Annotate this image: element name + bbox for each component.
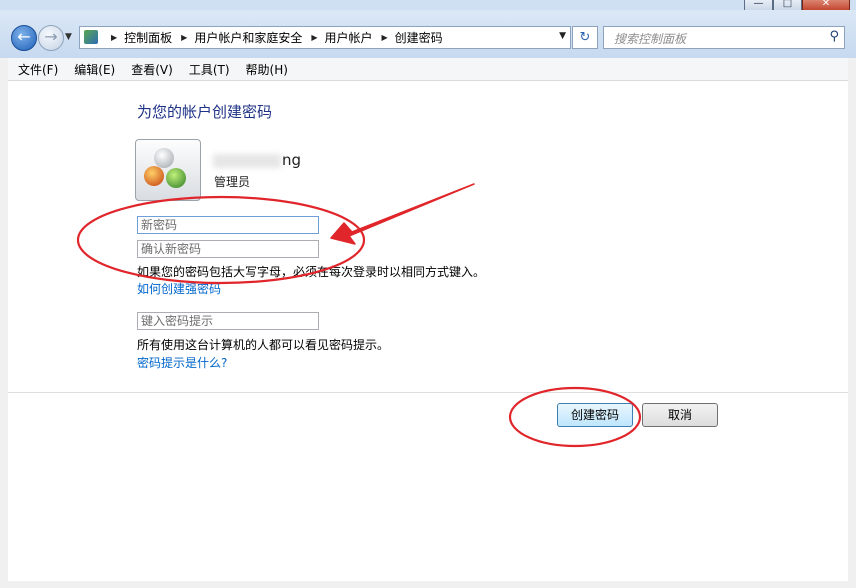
breadcrumb-chevron-icon[interactable]: ▶: [181, 33, 187, 42]
search-icon[interactable]: ⚲: [829, 29, 839, 44]
username-redaction: [213, 154, 281, 168]
username: ng: [282, 151, 302, 169]
menu-tools[interactable]: 工具(T): [189, 61, 230, 78]
breadcrumb: ▶ 控制面板 ▶ 用户帐户和家庭安全 ▶ 用户帐户 ▶ 创建密码: [102, 29, 443, 46]
refresh-button[interactable]: ↻: [572, 26, 598, 49]
confirm-password-field[interactable]: [137, 240, 319, 258]
menu-bar: 文件(F) 编辑(E) 查看(V) 工具(T) 帮助(H): [8, 58, 848, 81]
content-pane: 为您的帐户创建密码 ng 管理员 如果您的密码包括大写字母，必须在每次登录时以相…: [8, 81, 848, 581]
user-role: 管理员: [214, 175, 251, 189]
breadcrumb-chevron-icon[interactable]: ▶: [111, 33, 117, 42]
password-hint-help-link[interactable]: 密码提示是什么?: [137, 354, 227, 371]
hint-visibility-note: 所有使用这台计算机的人都可以看见密码提示。: [137, 338, 390, 352]
breadcrumb-chevron-icon[interactable]: ▶: [382, 33, 388, 42]
title-bar: — □ ✕: [0, 0, 856, 12]
create-password-button[interactable]: 创建密码: [557, 403, 633, 427]
strong-password-link[interactable]: 如何创建强密码: [137, 280, 221, 297]
menu-edit[interactable]: 编辑(E): [74, 61, 115, 78]
menu-view[interactable]: 查看(V): [131, 61, 173, 78]
avatar-ball-icon: [154, 148, 174, 168]
cancel-button[interactable]: 取消: [642, 403, 718, 427]
search-box[interactable]: 搜索控制面板 ⚲: [603, 26, 845, 49]
user-avatar: [135, 139, 201, 201]
breadcrumb-item[interactable]: 控制面板: [124, 29, 172, 46]
avatar-ball-icon: [144, 166, 164, 186]
breadcrumb-item[interactable]: 用户帐户和家庭安全: [194, 29, 302, 46]
menu-file[interactable]: 文件(F): [18, 61, 58, 78]
breadcrumb-item[interactable]: 用户帐户: [325, 29, 373, 46]
address-toolbar: ← → ▼ ▶ 控制面板 ▶ 用户帐户和家庭安全 ▶ 用户帐户 ▶ 创建密码 ▼…: [0, 10, 856, 58]
address-dropdown-icon[interactable]: ▼: [559, 31, 566, 41]
address-bar[interactable]: ▶ 控制面板 ▶ 用户帐户和家庭安全 ▶ 用户帐户 ▶ 创建密码 ▼: [79, 26, 571, 49]
breadcrumb-item[interactable]: 创建密码: [395, 29, 443, 46]
password-hint-field[interactable]: [137, 312, 319, 330]
new-password-field[interactable]: [137, 216, 319, 234]
page-title: 为您的帐户创建密码: [137, 103, 273, 121]
forward-button[interactable]: →: [38, 25, 64, 51]
forward-arrow-icon: →: [44, 27, 58, 46]
avatar-ball-icon: [166, 168, 186, 188]
recent-pages-dropdown[interactable]: ▼: [65, 32, 72, 42]
control-panel-icon: [84, 30, 98, 44]
back-arrow-icon: ←: [17, 27, 31, 46]
search-input[interactable]: 搜索控制面板: [614, 30, 686, 47]
case-sensitivity-note: 如果您的密码包括大写字母，必须在每次登录时以相同方式键入。: [137, 265, 486, 279]
breadcrumb-chevron-icon[interactable]: ▶: [311, 33, 317, 42]
menu-help[interactable]: 帮助(H): [246, 61, 288, 78]
refresh-icon: ↻: [579, 30, 591, 45]
divider: [8, 392, 848, 393]
back-button[interactable]: ←: [11, 25, 37, 51]
